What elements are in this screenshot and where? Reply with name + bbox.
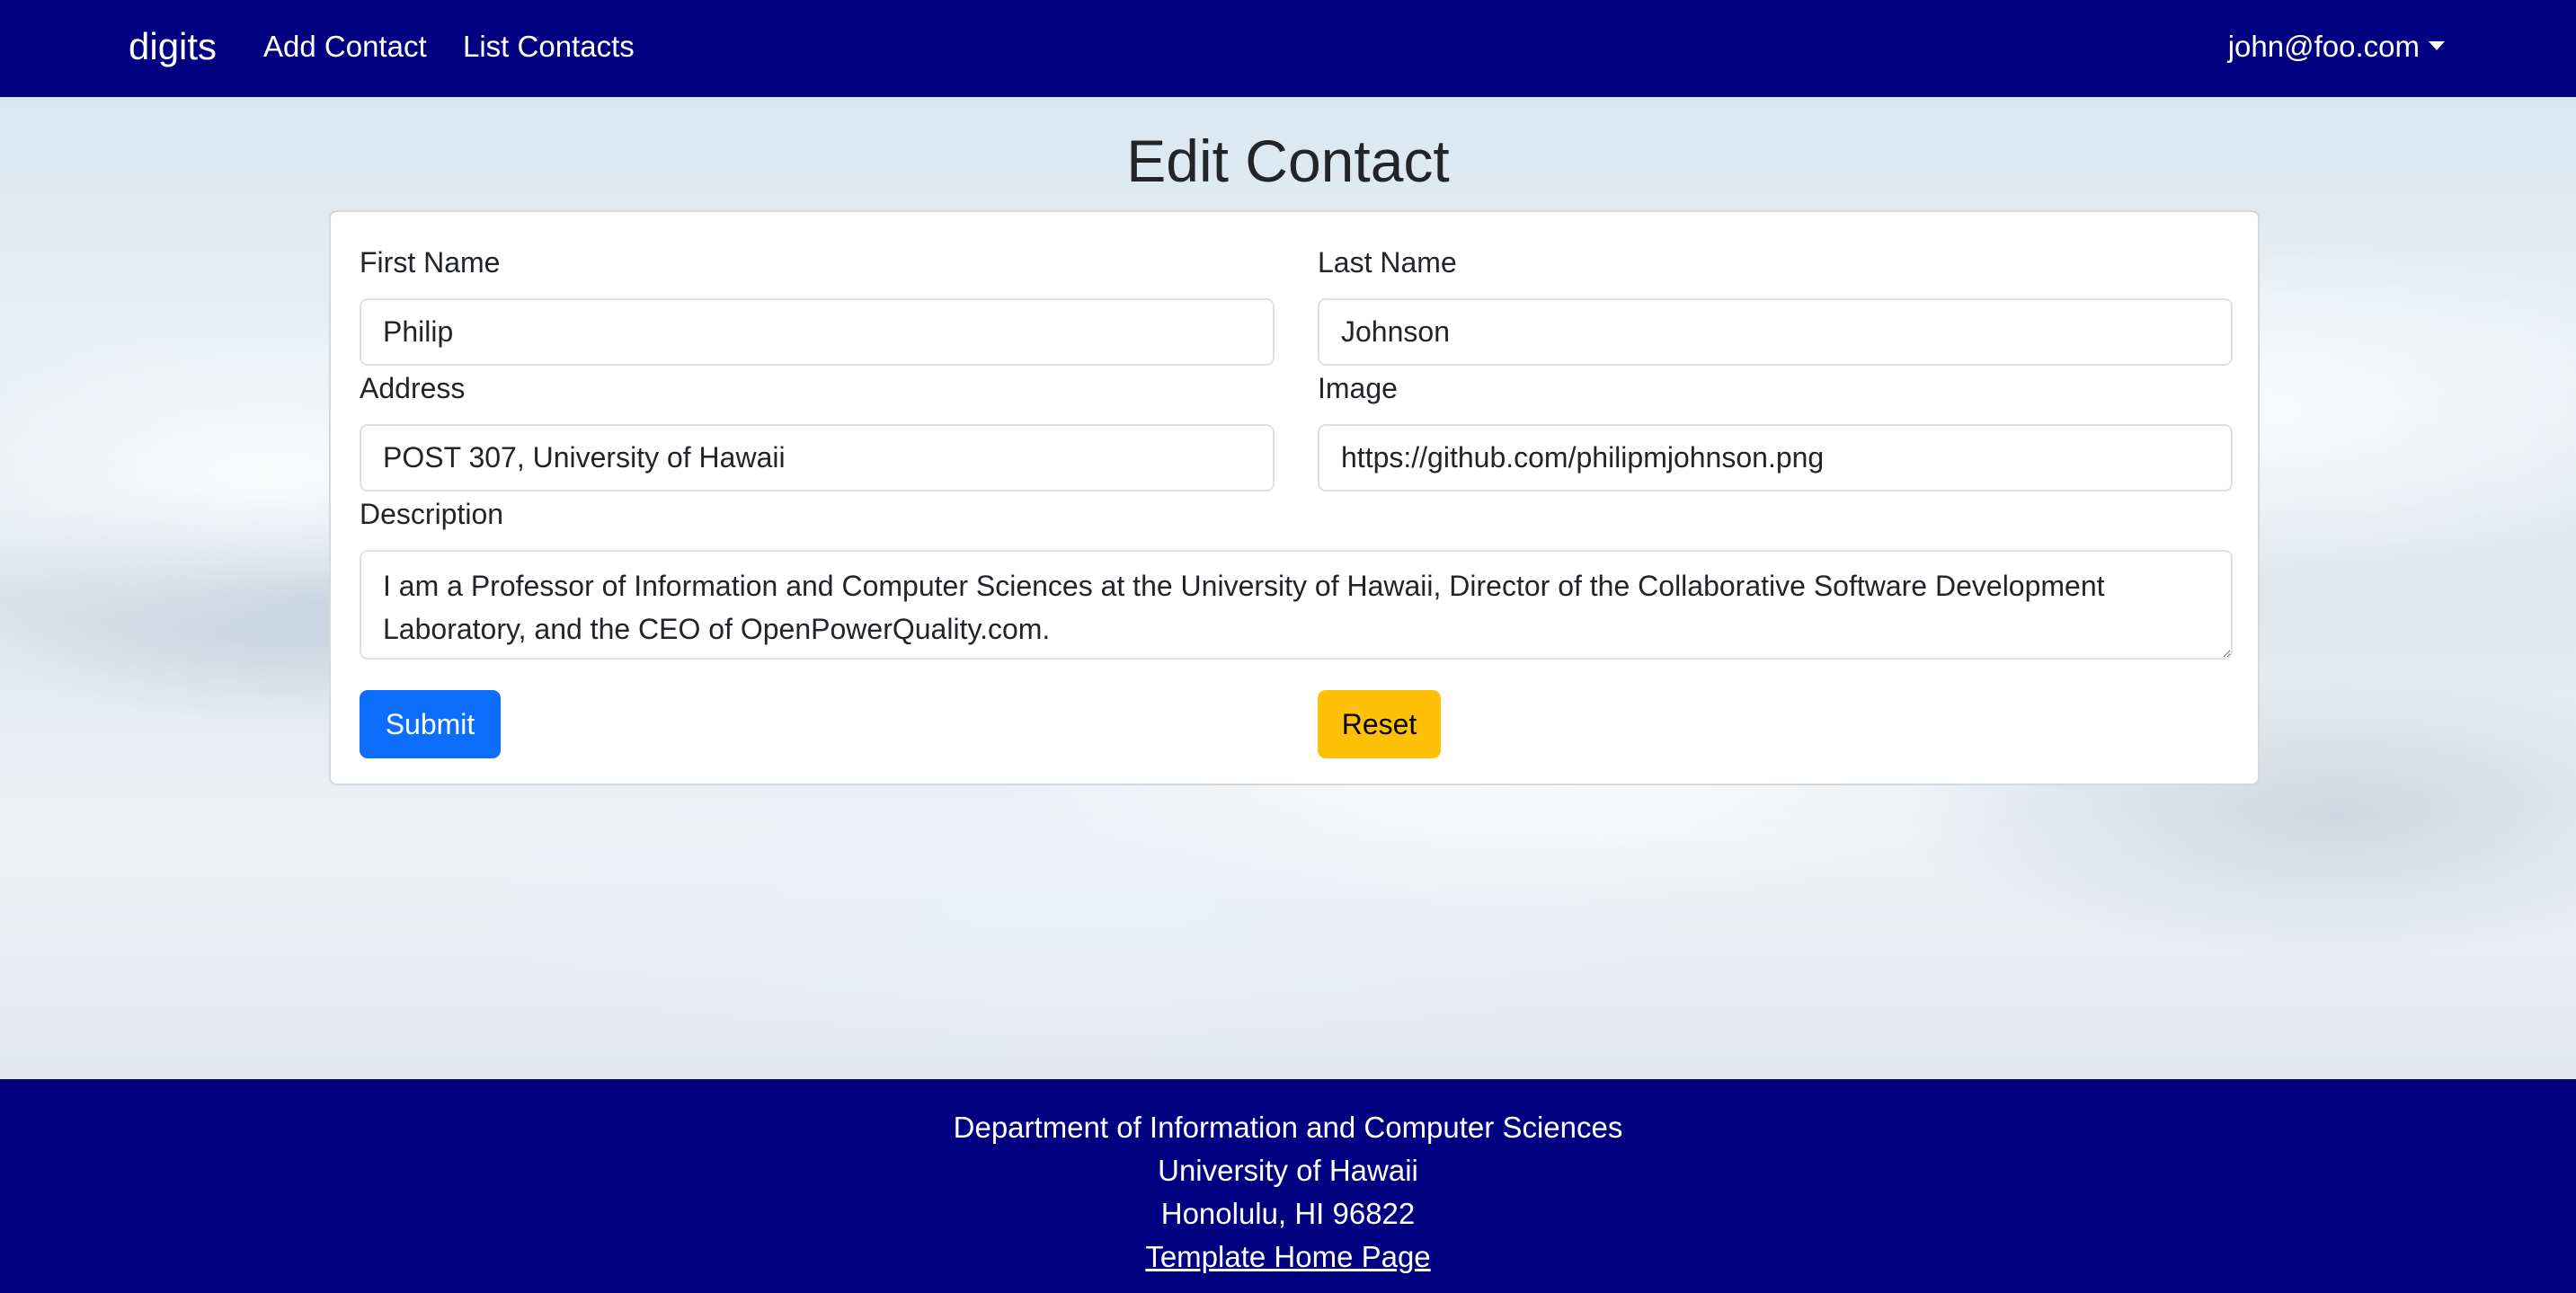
footer-address: Honolulu, HI 96822	[1160, 1197, 1416, 1230]
top-navbar: digits Add Contact List Contacts john@fo…	[0, 0, 2576, 97]
description-label: Description	[360, 498, 504, 530]
page-title: Edit Contact	[1126, 128, 1450, 194]
submit-button[interactable]: Submit	[360, 690, 501, 758]
last-name-input[interactable]	[1318, 298, 2233, 366]
footer-university: University of Hawaii	[1158, 1154, 1418, 1187]
reset-button[interactable]: Reset	[1318, 690, 1441, 758]
user-dropdown[interactable]: john@foo.com	[2228, 26, 2445, 67]
image-url-input[interactable]	[1318, 424, 2233, 492]
address-input[interactable]	[360, 424, 1275, 492]
nav-add-contact[interactable]: Add Contact	[263, 26, 427, 67]
address-label: Address	[360, 372, 466, 404]
user-email: john@foo.com	[2227, 30, 2420, 63]
first-name-label: First Name	[360, 246, 501, 279]
first-name-input[interactable]	[360, 298, 1275, 366]
page-footer: Department of Information and Computer S…	[0, 1079, 2576, 1293]
description-textarea[interactable]: I am a Professor of Information and Comp…	[360, 550, 2233, 660]
nav-list-contacts[interactable]: List Contacts	[463, 26, 635, 67]
edit-contact-form: First Name Last Name Address Image Descr…	[329, 210, 2260, 785]
brand-link[interactable]: digits	[129, 22, 217, 72]
chevron-down-icon	[2429, 41, 2445, 51]
footer-department: Department of Information and Computer S…	[953, 1111, 1623, 1144]
last-name-label: Last Name	[1318, 246, 1457, 279]
template-home-link[interactable]: Template Home Page	[1145, 1240, 1430, 1273]
image-label: Image	[1318, 372, 1398, 404]
